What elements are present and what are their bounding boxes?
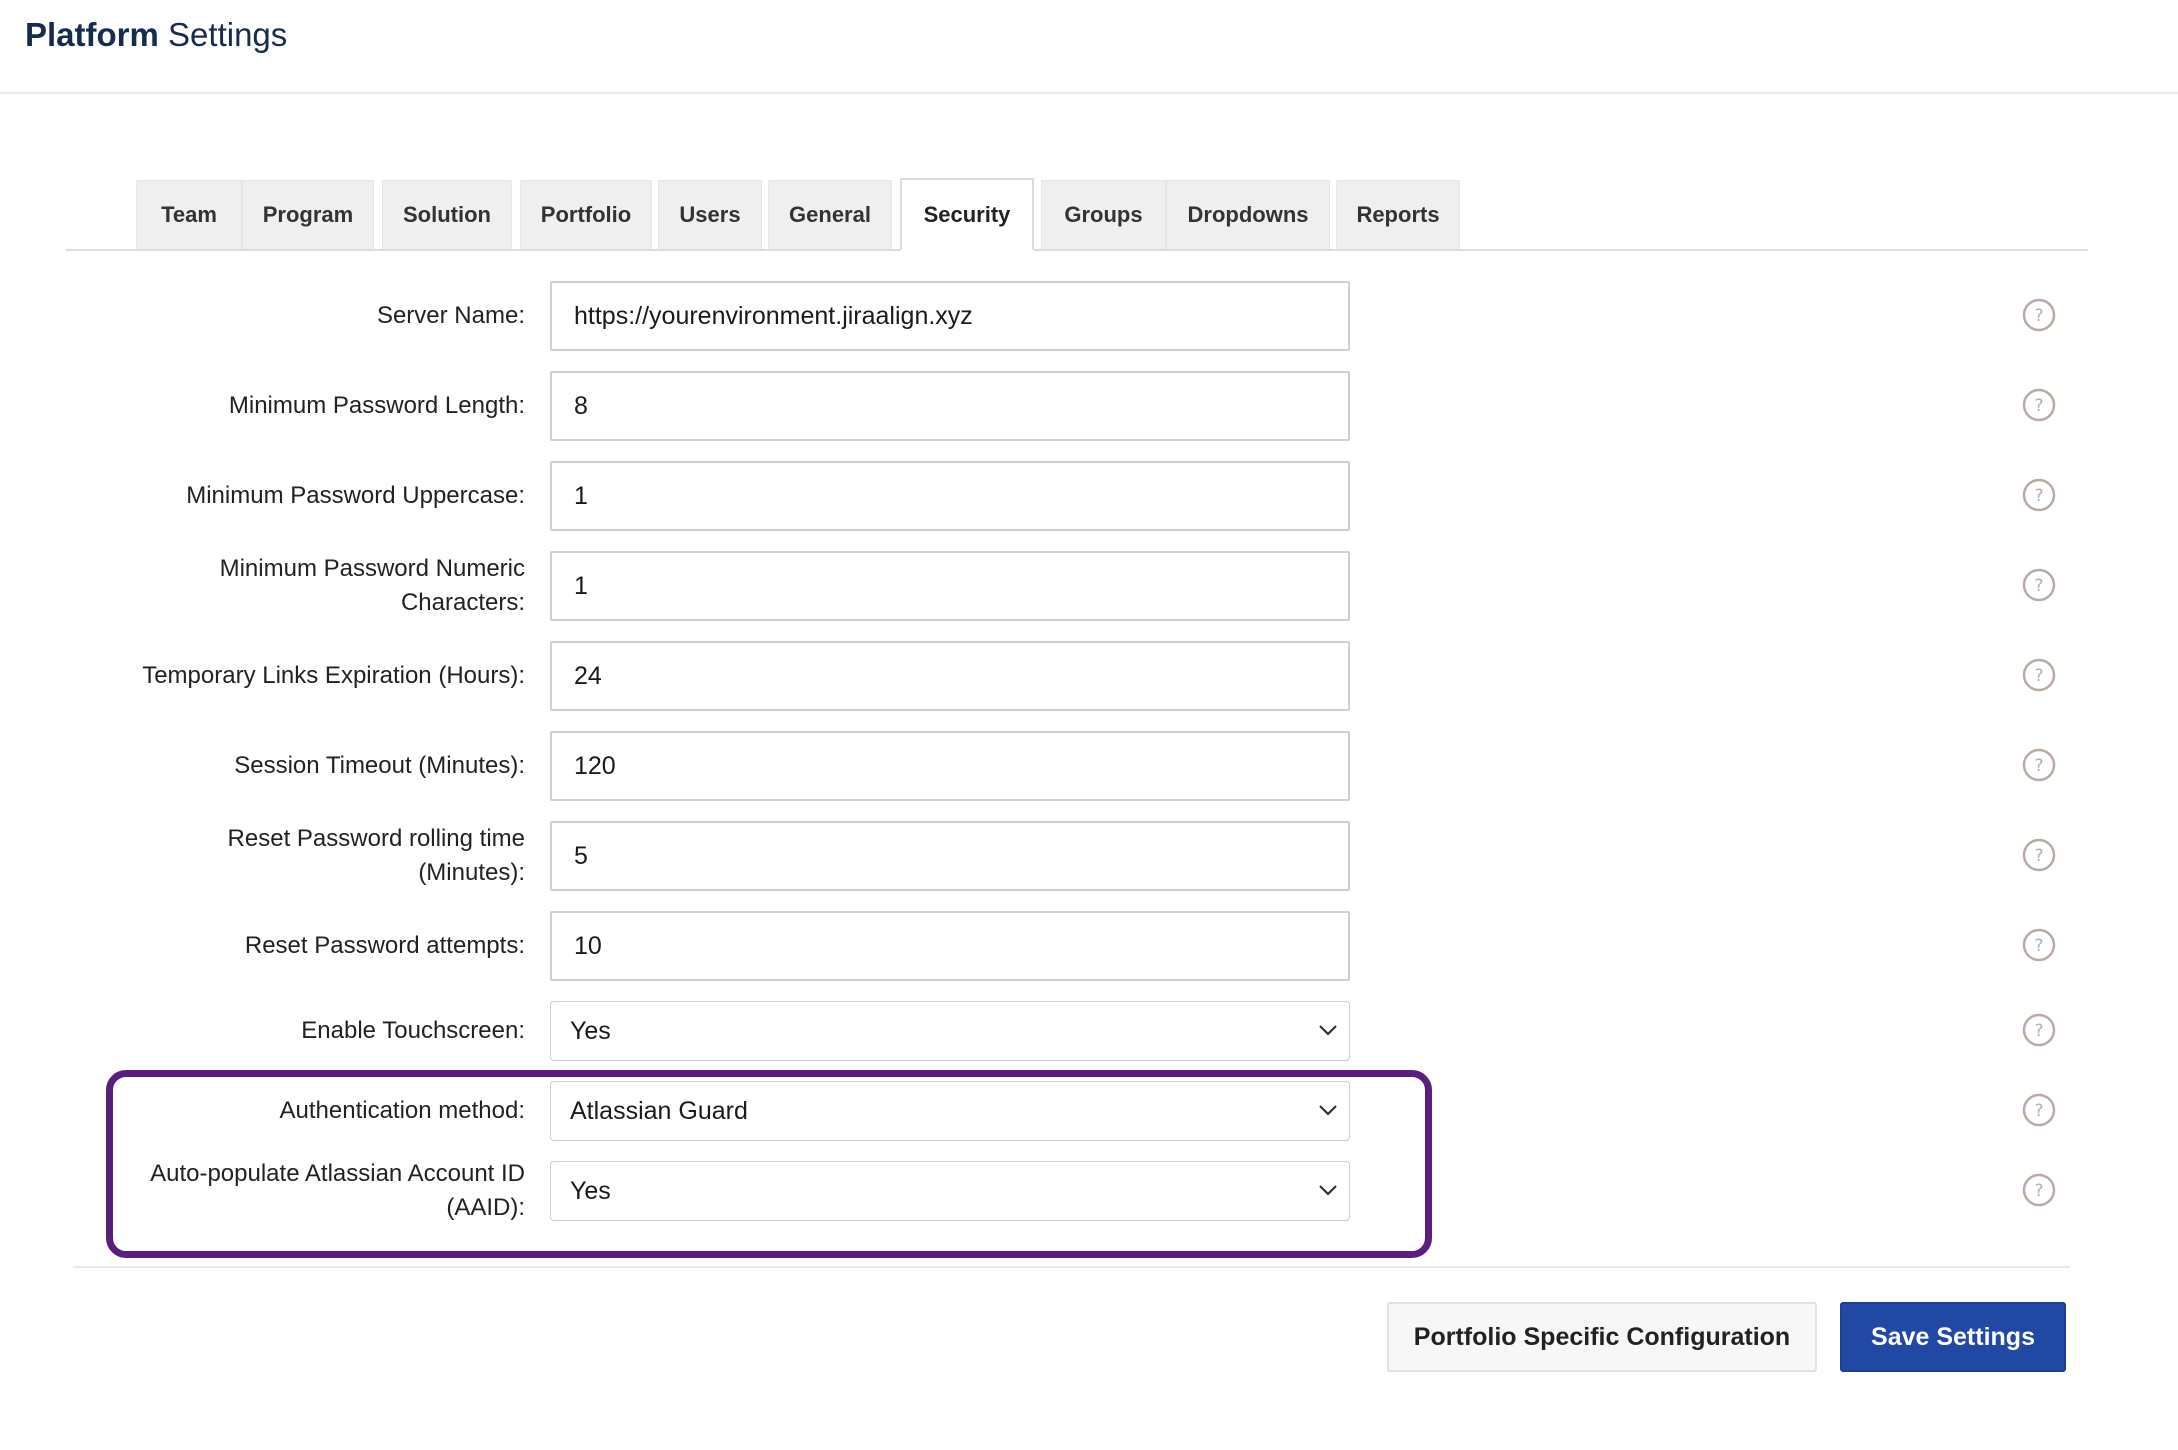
tab-groups[interactable]: Groups [1041, 180, 1166, 249]
tab-portfolio[interactable]: Portfolio [520, 180, 652, 249]
reset-password-rolling-label: Reset Password rolling time (Minutes): [105, 822, 525, 890]
session-timeout-label: Session Timeout (Minutes): [234, 752, 525, 779]
auto-populate-aaid-label-line2: (AAID): [446, 1194, 525, 1221]
min-password-length-input[interactable]: 8 [550, 371, 1350, 441]
session-timeout-input[interactable]: 120 [550, 731, 1350, 801]
svg-text:?: ? [2034, 486, 2043, 506]
auto-populate-aaid-value: Yes [570, 1176, 611, 1205]
min-password-numeric-label: Minimum Password Numeric Characters: [105, 552, 525, 620]
reset-password-attempts-input[interactable]: 10 [550, 911, 1350, 981]
server-name-input[interactable]: https://yourenvironment.jiraalign.xyz [550, 281, 1350, 351]
help-icon[interactable]: ? [2022, 748, 2056, 782]
min-password-uppercase-input[interactable]: 1 [550, 461, 1350, 531]
chevron-down-icon [1319, 1025, 1337, 1036]
page-title-light: Settings [168, 16, 288, 53]
svg-text:?: ? [2034, 1101, 2043, 1121]
svg-text:?: ? [2034, 576, 2043, 596]
page-header: Platform Settings [0, 0, 2178, 94]
enable-touchscreen-select[interactable]: Yes [550, 1001, 1350, 1061]
page-title: Platform Settings [25, 16, 287, 54]
min-password-numeric-label-line2: Characters: [400, 589, 525, 616]
help-icon[interactable]: ? [2022, 568, 2056, 602]
svg-text:?: ? [2034, 1181, 2043, 1201]
tab-program[interactable]: Program [242, 180, 374, 249]
tab-general[interactable]: General [768, 180, 892, 249]
svg-text:?: ? [2034, 936, 2043, 956]
tab-security[interactable]: Security [900, 178, 1034, 251]
help-icon[interactable]: ? [2022, 478, 2056, 512]
tab-team[interactable]: Team [136, 180, 242, 249]
svg-text:?: ? [2034, 666, 2043, 686]
auto-populate-aaid-select[interactable]: Yes [550, 1161, 1350, 1221]
min-password-numeric-label-line1: Minimum Password Numeric [219, 555, 525, 582]
tab-solution[interactable]: Solution [382, 180, 512, 249]
reset-password-attempts-label: Reset Password attempts: [244, 932, 525, 959]
authentication-method-value: Atlassian Guard [570, 1096, 748, 1125]
reset-password-rolling-input[interactable]: 5 [550, 821, 1350, 891]
chevron-down-icon [1319, 1185, 1337, 1196]
auto-populate-aaid-label: Auto-populate Atlassian Account ID (AAID… [105, 1157, 525, 1225]
enable-touchscreen-value: Yes [570, 1016, 611, 1045]
tab-dropdowns[interactable]: Dropdowns [1166, 180, 1330, 249]
help-icon[interactable]: ? [2022, 1173, 2056, 1207]
help-icon[interactable]: ? [2022, 298, 2056, 332]
temp-links-expiration-label: Temporary Links Expiration (Hours): [142, 662, 525, 689]
settings-tabs: Team Program Solution Portfolio Users Ge… [66, 178, 2088, 251]
reset-password-rolling-label-line1: Reset Password rolling time [227, 825, 525, 852]
reset-password-rolling-label-line2: (Minutes): [418, 859, 525, 886]
portfolio-specific-configuration-button[interactable]: Portfolio Specific Configuration [1387, 1302, 1817, 1372]
help-icon[interactable]: ? [2022, 1013, 2056, 1047]
svg-text:?: ? [2034, 306, 2043, 326]
svg-text:?: ? [2034, 396, 2043, 416]
help-icon[interactable]: ? [2022, 388, 2056, 422]
svg-text:?: ? [2034, 756, 2043, 776]
help-icon[interactable]: ? [2022, 928, 2056, 962]
chevron-down-icon [1319, 1105, 1337, 1116]
temp-links-expiration-input[interactable]: 24 [550, 641, 1350, 711]
enable-touchscreen-label: Enable Touchscreen: [301, 1017, 525, 1044]
tab-reports[interactable]: Reports [1336, 180, 1460, 249]
help-icon[interactable]: ? [2022, 658, 2056, 692]
help-icon[interactable]: ? [2022, 838, 2056, 872]
help-icon[interactable]: ? [2022, 1093, 2056, 1127]
page-title-bold: Platform [25, 16, 159, 53]
server-name-label: Server Name: [376, 302, 525, 329]
min-password-uppercase-label: Minimum Password Uppercase: [186, 482, 525, 509]
authentication-method-label: Authentication method: [279, 1097, 526, 1124]
tab-users[interactable]: Users [658, 180, 762, 249]
authentication-method-select[interactable]: Atlassian Guard [550, 1081, 1350, 1141]
svg-text:?: ? [2034, 1021, 2043, 1041]
min-password-numeric-input[interactable]: 1 [550, 551, 1350, 621]
save-settings-button[interactable]: Save Settings [1840, 1302, 2066, 1372]
footer-divider [73, 1266, 2070, 1268]
min-password-length-label: Minimum Password Length: [228, 392, 525, 419]
auto-populate-aaid-label-line1: Auto-populate Atlassian Account ID [150, 1160, 525, 1187]
svg-text:?: ? [2034, 846, 2043, 866]
